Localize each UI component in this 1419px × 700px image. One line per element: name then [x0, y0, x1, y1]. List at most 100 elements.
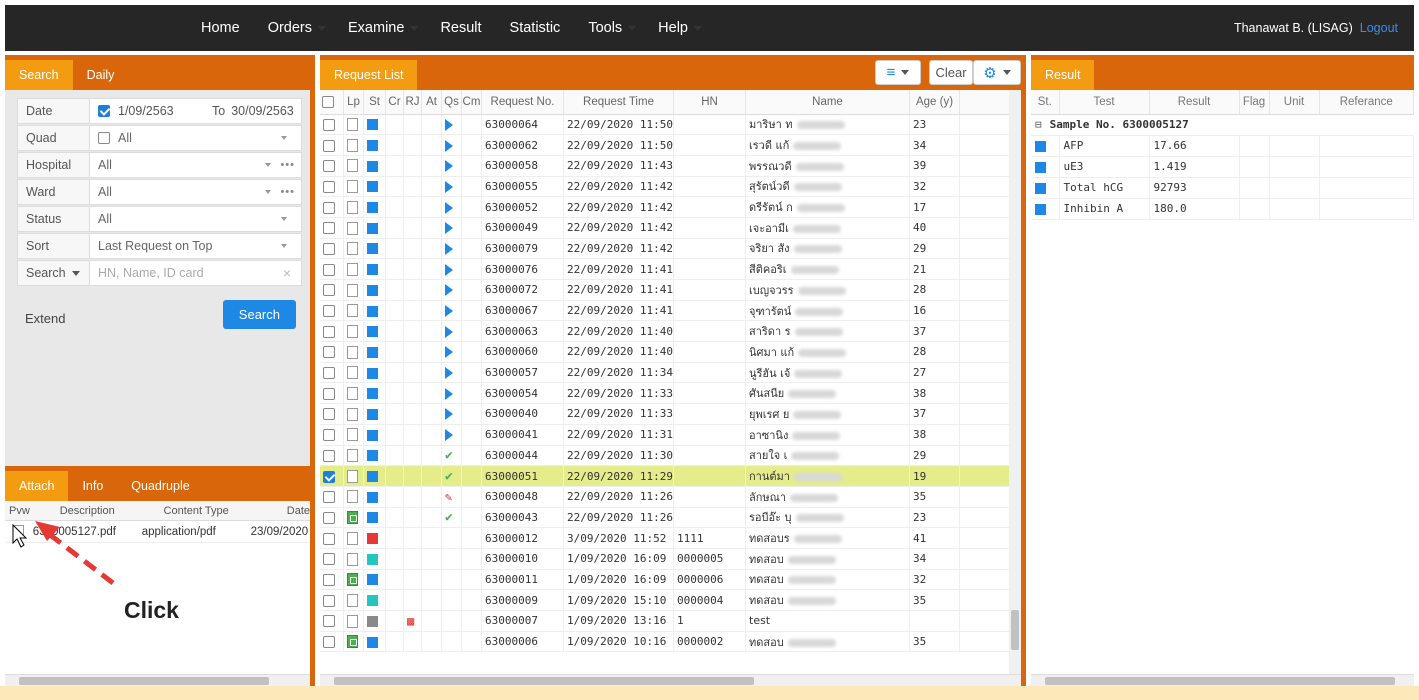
table-row[interactable]: 63000055 22/09/2020 11:42 สุรัตน์วดี 32	[320, 176, 1021, 198]
row-checkbox[interactable]	[323, 573, 335, 586]
nav-item-home[interactable]: Home	[201, 20, 240, 36]
clear-button[interactable]: Clear	[929, 60, 973, 85]
lp-cell[interactable]	[343, 589, 364, 611]
row-checkbox[interactable]	[323, 284, 335, 297]
row-checkbox[interactable]	[323, 367, 335, 380]
document-icon[interactable]	[347, 304, 358, 318]
row-checkbox[interactable]	[323, 222, 335, 235]
settings-menu-button[interactable]: ⚙	[973, 60, 1021, 85]
document-icon[interactable]	[347, 200, 358, 214]
table-row[interactable]: 63000076 22/09/2020 11:41 สีติคอริเ 21	[320, 258, 1021, 280]
row-checkbox[interactable]	[323, 511, 335, 524]
lp-cell[interactable]	[343, 196, 364, 218]
row-checkbox-cell[interactable]	[320, 569, 344, 591]
scroll-thumb[interactable]	[1045, 677, 1395, 685]
document-icon[interactable]	[347, 387, 358, 401]
search-type-select[interactable]: Search	[18, 261, 90, 285]
document-icon[interactable]	[347, 324, 358, 338]
lp-cell[interactable]	[343, 320, 364, 343]
ward-select[interactable]: All •••	[90, 180, 301, 204]
lp-cell[interactable]	[343, 424, 364, 446]
row-checkbox[interactable]	[323, 139, 335, 152]
lp-cell[interactable]	[343, 569, 364, 591]
table-row[interactable]: ✎ 63000048 22/09/2020 11:26 ลักษณา 35	[320, 486, 1021, 508]
row-checkbox[interactable]	[323, 201, 335, 214]
table-row[interactable]: 63000064 22/09/2020 11:50 มาริษา ท 23	[320, 114, 1021, 136]
row-checkbox-cell[interactable]	[320, 362, 344, 384]
lp-cell[interactable]	[343, 610, 364, 632]
status-select[interactable]: All	[90, 207, 301, 231]
table-row[interactable]: 63000072 22/09/2020 11:41 เบญจวรร 28	[320, 279, 1021, 301]
row-checkbox-cell[interactable]	[320, 465, 344, 487]
table-row[interactable]: 63000054 22/09/2020 11:33 ศันสนีย 38	[320, 382, 1021, 405]
row-checkbox[interactable]	[323, 118, 335, 131]
document-icon[interactable]	[347, 490, 358, 504]
table-row[interactable]: 63000058 22/09/2020 11:43 พรรณวดี 39	[320, 155, 1021, 177]
date-from-input[interactable]: 1/09/2563	[118, 104, 198, 118]
row-checkbox-cell[interactable]	[320, 134, 344, 156]
row-checkbox-cell[interactable]	[320, 527, 344, 549]
row-checkbox-cell[interactable]	[320, 548, 344, 570]
sample-group-row[interactable]: ⊟ Sample No. 6300005127	[1031, 114, 1414, 136]
sort-select[interactable]: Last Request on Top	[90, 234, 301, 258]
row-checkbox-cell[interactable]	[320, 176, 344, 198]
row-checkbox-cell[interactable]	[320, 114, 344, 136]
document-icon[interactable]	[347, 138, 358, 152]
table-row[interactable]: ✔ 63000051 22/09/2020 11:29 กานต์มา 19	[320, 465, 1021, 487]
document-icon[interactable]	[347, 552, 358, 566]
document-icon[interactable]	[347, 407, 358, 421]
select-all-cell[interactable]	[320, 90, 344, 115]
more-icon[interactable]: •••	[280, 186, 295, 198]
row-checkbox[interactable]	[323, 532, 335, 545]
row-checkbox[interactable]	[323, 553, 335, 566]
document-icon[interactable]	[347, 614, 358, 628]
row-checkbox-cell[interactable]	[320, 424, 344, 446]
document-icon[interactable]	[347, 180, 358, 194]
lp-cell[interactable]	[343, 217, 364, 239]
document-icon[interactable]	[347, 428, 358, 442]
table-row[interactable]: 63000063 22/09/2020 11:40 สาริดา ร 37	[320, 320, 1021, 343]
row-checkbox-cell[interactable]	[320, 589, 344, 611]
lp-cell[interactable]	[343, 465, 364, 487]
row-checkbox[interactable]	[323, 160, 335, 173]
document-icon[interactable]	[347, 366, 358, 380]
edit-document-icon[interactable]	[347, 573, 358, 587]
collapse-icon[interactable]: ⊟	[1035, 118, 1042, 131]
table-row[interactable]: 63000011 1/09/2020 16:09 0000006 ทดสอบ 32	[320, 569, 1021, 591]
search-input[interactable]: HN, Name, ID card ×	[90, 261, 301, 285]
date-to-input[interactable]: 30/09/2563	[231, 104, 294, 118]
clear-search-icon[interactable]: ×	[283, 265, 291, 281]
lp-cell[interactable]	[343, 362, 364, 384]
row-checkbox[interactable]	[323, 429, 335, 442]
nav-item-help[interactable]: Help	[658, 20, 688, 36]
table-row[interactable]: 63000040 22/09/2020 11:33 ยุพเรศ ย 37	[320, 403, 1021, 425]
row-checkbox[interactable]	[323, 491, 335, 504]
result-row[interactable]: Total hCG 92793	[1031, 177, 1414, 199]
document-icon[interactable]	[347, 221, 358, 235]
result-row[interactable]: Inhibin A 180.0	[1031, 198, 1414, 220]
row-checkbox[interactable]	[323, 594, 335, 607]
row-checkbox-cell[interactable]	[320, 507, 344, 529]
nav-item-result[interactable]: Result	[440, 20, 481, 36]
row-checkbox-cell[interactable]	[320, 382, 344, 405]
table-row[interactable]: 63000062 22/09/2020 11:50 เรวดี แก้ 34	[320, 134, 1021, 156]
more-icon[interactable]: •••	[280, 159, 295, 171]
document-icon[interactable]	[347, 469, 358, 483]
quad-checkbox[interactable]	[98, 132, 110, 144]
row-checkbox[interactable]	[323, 180, 335, 193]
row-checkbox-cell[interactable]	[320, 631, 344, 653]
table-row[interactable]: ▩ 63000007 1/09/2020 13:16 1 test	[320, 610, 1021, 632]
nav-item-examine[interactable]: Examine	[348, 20, 404, 36]
row-checkbox-cell[interactable]	[320, 217, 344, 239]
lp-cell[interactable]	[343, 114, 364, 136]
document-icon[interactable]	[347, 449, 358, 463]
row-checkbox[interactable]	[323, 387, 335, 400]
table-row[interactable]: 63000067 22/09/2020 11:41 จุฑารัตน์ 16	[320, 300, 1021, 322]
lp-cell[interactable]	[343, 279, 364, 301]
table-row[interactable]: 63000006 1/09/2020 10:16 0000002 ทดสอบ 35	[320, 631, 1021, 653]
row-checkbox[interactable]	[323, 263, 335, 276]
lp-cell[interactable]	[343, 300, 364, 322]
row-checkbox-cell[interactable]	[320, 403, 344, 425]
right-hscroll[interactable]	[1031, 674, 1414, 686]
quad-select[interactable]: All	[90, 126, 301, 150]
